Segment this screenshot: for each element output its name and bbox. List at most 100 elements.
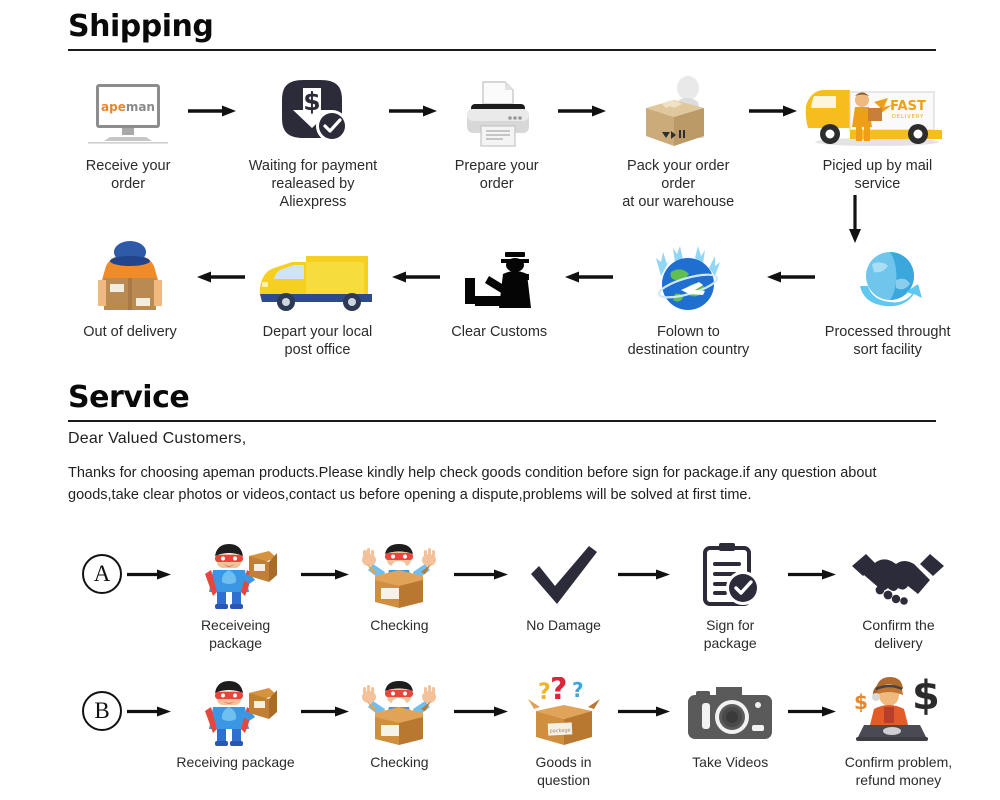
box-package-label: package bbox=[549, 727, 570, 734]
infographic-page: Shipping apeman Receive your order $ Wai… bbox=[0, 0, 1000, 800]
shipping-step-sort-facility: Processed throught sort facility bbox=[821, 238, 954, 359]
step-label: Picjed up by mail service bbox=[822, 158, 933, 193]
hero-with-box-icon bbox=[195, 538, 277, 610]
step-label: Checking bbox=[370, 617, 429, 633]
courier-holding-box-icon bbox=[90, 238, 170, 316]
clipboard-check-icon bbox=[697, 538, 763, 610]
step-label: Take Videos bbox=[692, 754, 769, 770]
yellow-van-icon bbox=[254, 238, 380, 316]
arrow-right-b1 bbox=[122, 675, 176, 747]
shipping-step-pack-order: Pack your order order at our warehouse bbox=[612, 72, 745, 211]
shipping-flow-row-1: apeman Receive your order $ Waiting for … bbox=[74, 72, 954, 211]
globe-airplane-icon bbox=[645, 238, 731, 316]
arrow-right-2 bbox=[384, 72, 442, 150]
service-step-a-sign: Sign for package bbox=[679, 538, 780, 652]
checkmark-icon bbox=[527, 538, 601, 610]
service-message: Dear Valued Customers, Thanks for choosi… bbox=[68, 430, 948, 507]
hero-in-open-box-icon bbox=[355, 538, 443, 610]
arrow-right-a2 bbox=[295, 538, 355, 610]
step-label: Sign for package bbox=[703, 617, 757, 651]
service-step-b-refund: $ $ Confirm problem, refund money bbox=[843, 675, 954, 789]
svg-text:?: ? bbox=[538, 680, 551, 705]
person-packing-box-icon bbox=[632, 72, 724, 150]
service-row-b-marker: B bbox=[82, 675, 122, 747]
box-question-marks-icon: ? ? ? package bbox=[522, 675, 606, 747]
service-flow-row-b: B Receiving package Checking ? ? ? packa… bbox=[82, 675, 954, 789]
step-label: Prepare your order bbox=[454, 158, 539, 193]
arrow-right-b5 bbox=[781, 675, 843, 747]
arrow-right-a1 bbox=[122, 538, 176, 610]
monitor-apeman-icon: apeman bbox=[80, 72, 176, 150]
truck-fast-label: FAST bbox=[891, 99, 927, 114]
shipping-step-out-of-delivery: Out of delivery bbox=[74, 238, 186, 341]
truck-delivery-label: DELIVERY bbox=[892, 114, 924, 120]
hero-with-box-icon bbox=[195, 675, 277, 747]
customs-officer-icon bbox=[459, 238, 539, 316]
handshake-icon bbox=[850, 538, 946, 610]
svg-text:?: ? bbox=[550, 677, 567, 707]
svg-text:$: $ bbox=[303, 87, 320, 116]
arrow-left-3 bbox=[554, 238, 620, 316]
step-label: Pack your order order at our warehouse bbox=[622, 158, 735, 211]
arrow-left-1 bbox=[186, 238, 252, 316]
arrow-right-a3 bbox=[444, 538, 518, 610]
service-paragraph: Thanks for choosing apeman products.Plea… bbox=[68, 465, 877, 504]
step-label: Folown to destination country bbox=[627, 324, 750, 359]
service-step-b-goods-question: ? ? ? package Goods in question bbox=[518, 675, 610, 789]
service-greeting: Dear Valued Customers, bbox=[68, 430, 247, 447]
shipping-step-clear-customs: Clear Customs bbox=[445, 238, 554, 341]
arrow-left-4 bbox=[757, 238, 821, 316]
step-label: Confirm problem, refund money bbox=[844, 754, 953, 788]
shipping-step-flown-destination: Folown to destination country bbox=[620, 238, 758, 359]
shipping-heading: Shipping bbox=[68, 9, 214, 44]
step-label: Receive your order bbox=[85, 158, 171, 193]
arrow-right-4 bbox=[745, 72, 801, 150]
arrow-right-b4 bbox=[609, 675, 679, 747]
step-label: Confirm the delivery bbox=[862, 617, 935, 651]
arrow-right-b3 bbox=[444, 675, 518, 747]
service-heading: Service bbox=[68, 380, 190, 415]
step-label: Clear Customs bbox=[451, 324, 548, 340]
svg-text:$: $ bbox=[912, 675, 940, 719]
service-step-b-checking: Checking bbox=[355, 675, 444, 772]
camera-icon bbox=[686, 675, 774, 747]
step-label: Depart your local post office bbox=[262, 324, 373, 359]
globe-sort-facility-icon bbox=[846, 238, 930, 316]
step-label: No Damage bbox=[526, 617, 601, 633]
step-label: Receiving package bbox=[176, 754, 295, 770]
shipping-divider bbox=[68, 49, 936, 51]
step-label: Waiting for payment realeased by Aliexpr… bbox=[248, 158, 378, 211]
service-divider bbox=[68, 420, 936, 422]
step-label: Receiveing package bbox=[200, 617, 271, 651]
step-label: Goods in question bbox=[535, 754, 592, 788]
service-row-a-marker: A bbox=[82, 538, 122, 610]
arrow-right-3 bbox=[552, 72, 612, 150]
service-step-a-no-damage: No Damage bbox=[518, 538, 610, 635]
step-label: Processed throught sort facility bbox=[824, 324, 951, 359]
apeman-logo-man: man bbox=[126, 100, 155, 114]
circle-letter-b: B bbox=[82, 691, 122, 731]
payment-dollar-check-icon: $ bbox=[274, 72, 352, 150]
hero-in-open-box-icon bbox=[355, 675, 443, 747]
shipping-step-receive-order: apeman Receive your order bbox=[74, 72, 182, 193]
arrow-right-a5 bbox=[781, 538, 843, 610]
arrow-left-2 bbox=[383, 238, 445, 316]
support-agent-refund-icon: $ $ bbox=[852, 675, 944, 747]
service-section-header: Service bbox=[68, 383, 936, 422]
service-step-b-take-videos: Take Videos bbox=[679, 675, 780, 772]
arrow-right-b2 bbox=[295, 675, 355, 747]
shipping-section-header: Shipping bbox=[68, 12, 936, 51]
circle-letter-a: A bbox=[82, 554, 122, 594]
svg-text:?: ? bbox=[572, 678, 584, 702]
svg-text:apeman: apeman bbox=[101, 100, 155, 114]
shipping-step-depart-post-office: Depart your local post office bbox=[252, 238, 383, 359]
shipping-step-prepare-order: Prepare your order bbox=[442, 72, 552, 193]
service-step-b-receiving: Receiving package bbox=[176, 675, 295, 772]
service-step-a-checking: Checking bbox=[355, 538, 444, 635]
step-label: Out of delivery bbox=[83, 324, 177, 340]
shipping-flow-row-2: Out of delivery Depart your local post o… bbox=[74, 238, 954, 359]
shipping-step-picked-up: FAST DELIVERY Picjed up by mail service bbox=[801, 72, 954, 193]
arrow-right-a4 bbox=[609, 538, 679, 610]
shipping-step-waiting-payment: $ Waiting for payment realeased by Aliex… bbox=[242, 72, 384, 211]
arrow-right-1 bbox=[182, 72, 242, 150]
